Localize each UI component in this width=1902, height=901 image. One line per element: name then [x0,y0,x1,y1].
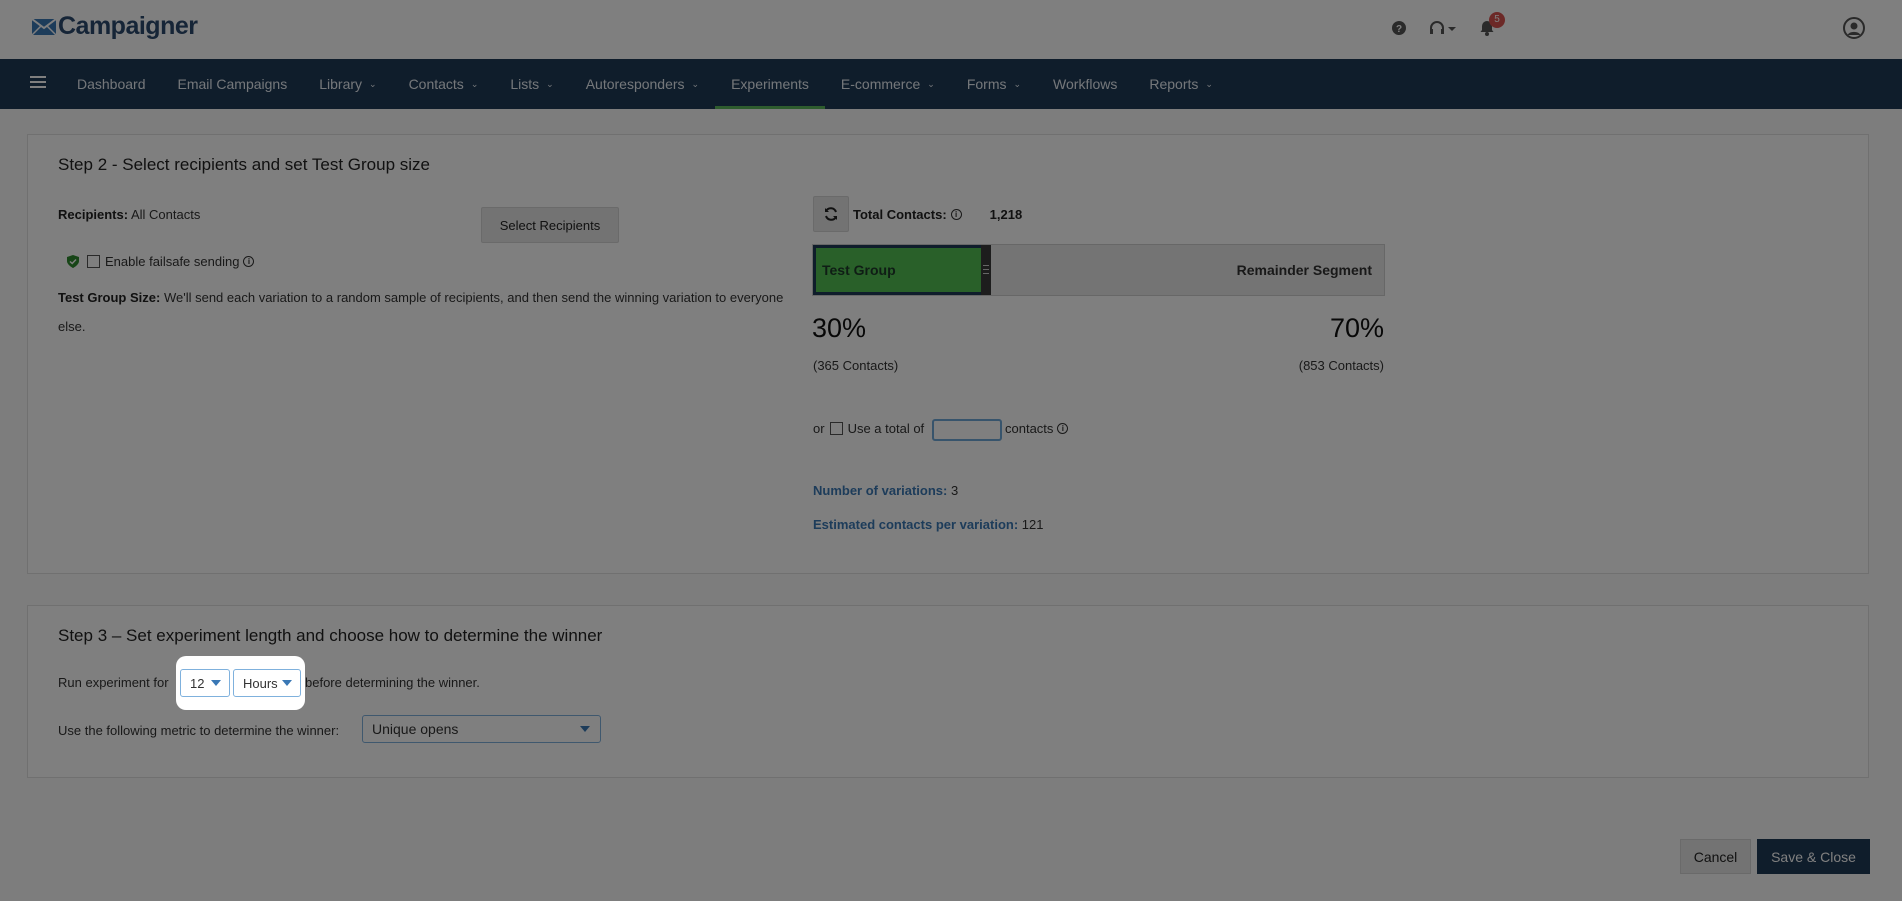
per-variation-label: Estimated contacts per variation: [813,517,1019,532]
total-contacts-row: Total Contacts: i 1,218 [853,207,1022,222]
nav-item-email-campaigns[interactable]: Email Campaigns [162,59,304,109]
recipients-row: Recipients: All Contacts [58,207,200,222]
metric-label: Use the following metric to determine th… [58,723,340,738]
chevron-down-icon: ⌄ [927,78,935,89]
shield-check-icon [67,255,79,268]
chevron-down-icon: ⌄ [470,78,479,89]
cancel-button[interactable]: Cancel [1680,839,1751,874]
use-total-label: Use a total of [847,421,925,436]
use-total-input[interactable] [932,419,1002,441]
spotlight-highlight: 12 Hours [176,656,305,710]
nav-item-reports[interactable]: Reports ⌄ [1133,59,1229,109]
contacts-suffix-row: contacts i [1005,421,1069,436]
test-group-label: Test Group [822,262,896,278]
experiment-unit-value: Hours [243,675,278,691]
experiment-length-select[interactable]: 12 [180,669,230,697]
hamburger-menu-icon[interactable] [30,76,46,90]
select-recipients-button[interactable]: Select Recipients [481,207,619,243]
nav-item-autoresponders[interactable]: Autoresponders ⌄ [570,59,715,109]
caret-down-icon [580,726,590,732]
recipients-label: Recipients: [58,207,129,222]
refresh-icon [825,207,837,221]
step3-title: Step 3 – Set experiment length and choos… [58,626,603,645]
nav-item-experiments[interactable]: Experiments [715,59,825,109]
failsafe-label: Enable failsafe sending [105,254,240,269]
failsafe-row: Enable failsafe sending i [67,254,255,269]
per-variation-value: 121 [1021,517,1044,532]
total-contacts-value: 1,218 [989,207,1023,222]
test-group-contacts: (365 Contacts) [813,358,899,373]
chevron-down-icon: ⌄ [546,78,554,89]
variations-row: Number of variations: 3 [813,483,958,498]
step2-panel: Step 2 - Select recipients and set Test … [27,134,1869,574]
campaigner-logo[interactable]: Campaigner [32,12,198,41]
remainder-percent: 70% [1330,313,1385,343]
chevron-down-icon: ⌄ [1205,78,1213,89]
caret-down-icon [282,680,292,686]
main-navigation: Dashboard Email Campaigns Library ⌄ Conta… [0,59,1902,109]
winner-metric-value: Unique opens [372,721,459,737]
winner-metric-select[interactable]: Unique opens [362,715,601,743]
use-total-checkbox[interactable] [829,422,843,435]
profile-avatar-icon[interactable] [1842,16,1866,40]
nav-item-workflows[interactable]: Workflows [1037,59,1133,109]
nav-item-lists[interactable]: Lists ⌄ [494,59,569,109]
failsafe-checkbox[interactable] [87,255,100,268]
chevron-down-icon: ⌄ [369,78,377,89]
contacts-suffix: contacts [1005,421,1054,436]
recipients-value: All Contacts [130,207,201,222]
save-and-close-button[interactable]: Save & Close [1757,839,1870,874]
nav-item-contacts[interactable]: Contacts ⌄ [393,59,495,109]
variations-value: 3 [950,483,959,498]
support-headset-icon[interactable] [1428,16,1458,40]
logo-text: Campaigner [58,12,198,40]
run-prefix: Run experiment for [58,675,169,690]
nav-item-library[interactable]: Library ⌄ [303,59,392,109]
notifications-bell-icon[interactable]: 5 [1475,12,1505,40]
logo-envelope-icon [32,17,56,36]
run-suffix: before determining the winner. [305,675,480,690]
nav-item-dashboard[interactable]: Dashboard [61,59,162,109]
step2-title: Step 2 - Select recipients and set Test … [58,155,430,174]
remainder-segment-label: Remainder Segment [1236,262,1372,278]
split-drag-handle[interactable] [981,245,991,295]
test-group-size-description: Test Group Size: We'll send each variati… [58,283,788,341]
test-group-percent: 30% [812,313,867,343]
svg-text:?: ? [1396,24,1402,35]
test-group-size-label: Test Group Size: [58,290,161,305]
use-total-row: or Use a total of [813,421,924,436]
total-contacts-info-icon[interactable]: i [950,209,962,220]
test-group-split-slider[interactable]: Test Group Remainder Segment [812,244,1385,296]
nav-items: Dashboard Email Campaigns Library ⌄ Conta… [61,59,1229,109]
top-header: Campaigner ? 5 [0,0,1902,59]
test-group-size-text: We'll send each variation to a random sa… [58,290,784,334]
total-contacts-label: Total Contacts: [853,207,947,222]
failsafe-info-icon[interactable]: i [243,256,255,267]
variations-label: Number of variations: [813,483,948,498]
chevron-down-icon: ⌄ [1013,78,1022,89]
experiment-length-value: 12 [190,675,205,691]
nav-item-forms[interactable]: Forms ⌄ [951,59,1037,109]
per-variation-row: Estimated contacts per variation: 121 [813,517,1044,532]
notification-count-badge: 5 [1489,12,1505,28]
chevron-down-icon: ⌄ [691,78,700,89]
test-group-segment: Test Group [813,245,991,295]
experiment-unit-select[interactable]: Hours [233,669,301,697]
caret-down-icon [211,680,221,686]
or-label: or [813,421,825,436]
refresh-button[interactable] [813,196,849,232]
help-icon[interactable]: ? [1387,16,1411,40]
use-total-info-icon[interactable]: i [1057,423,1069,434]
nav-item-ecommerce[interactable]: E-commerce ⌄ [825,59,951,109]
remainder-contacts: (853 Contacts) [1298,358,1384,373]
